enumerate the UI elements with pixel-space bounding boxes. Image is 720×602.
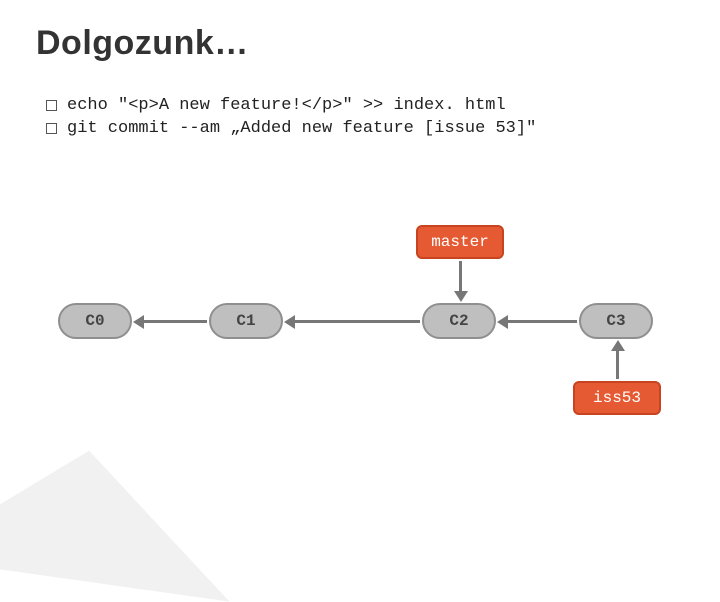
decorative-triangle <box>0 428 247 601</box>
list-item: git commit --am „Added new feature [issu… <box>46 119 536 138</box>
commit-node-c3: C3 <box>579 303 653 339</box>
page-title: Dolgozunk… <box>36 24 249 63</box>
commit-node-c0: C0 <box>58 303 132 339</box>
bullet-list: echo "<p>A new feature!</p>" >> index. h… <box>46 96 536 142</box>
checkbox-icon <box>46 123 57 134</box>
bullet-text: git commit --am „Added new feature [issu… <box>67 119 536 138</box>
git-diagram: C0 C1 C2 C3 master iss53 <box>50 225 670 425</box>
bullet-text: echo "<p>A new feature!</p>" >> index. h… <box>67 96 506 115</box>
commit-node-c2: C2 <box>422 303 496 339</box>
checkbox-icon <box>46 100 57 111</box>
list-item: echo "<p>A new feature!</p>" >> index. h… <box>46 96 536 115</box>
commit-node-c1: C1 <box>209 303 283 339</box>
branch-label-iss53: iss53 <box>573 381 661 415</box>
branch-label-master: master <box>416 225 504 259</box>
